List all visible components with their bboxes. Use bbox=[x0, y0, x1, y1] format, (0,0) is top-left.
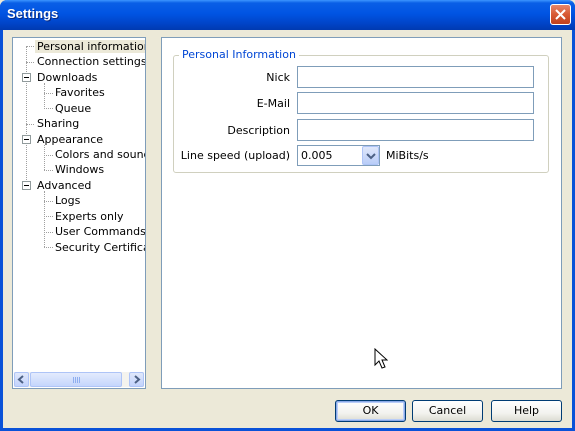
help-button[interactable]: Help bbox=[491, 400, 562, 422]
chevron-down-icon bbox=[366, 153, 376, 160]
email-label: E-Mail bbox=[256, 97, 290, 110]
tree-connector bbox=[44, 93, 53, 94]
tree-item-connection-settings[interactable]: Connection settings bbox=[35, 54, 146, 69]
tree-connector bbox=[44, 83, 45, 107]
thumb-grip bbox=[79, 377, 80, 383]
tree-item-sharing[interactable]: Sharing bbox=[35, 116, 81, 131]
tree-item-user-commands[interactable]: User Commands bbox=[53, 224, 146, 239]
title-bar[interactable]: Settings bbox=[0, 0, 575, 30]
close-button[interactable] bbox=[550, 4, 571, 25]
window-title: Settings bbox=[7, 6, 59, 21]
scroll-thumb[interactable] bbox=[30, 372, 122, 387]
tree-item-windows[interactable]: Windows bbox=[53, 162, 106, 177]
ok-button[interactable]: OK bbox=[335, 400, 406, 422]
collapse-advanced-icon[interactable] bbox=[22, 181, 31, 190]
cancel-button[interactable]: Cancel bbox=[412, 400, 483, 422]
settings-tree[interactable]: Personal information Connection settings… bbox=[12, 37, 146, 389]
tree-connector bbox=[44, 216, 53, 217]
nick-input[interactable] bbox=[297, 66, 534, 88]
scroll-right-button[interactable] bbox=[129, 372, 144, 387]
tree-item-label: Logs bbox=[55, 194, 81, 207]
tree-item-colors-and-sounds[interactable]: Colors and sounds bbox=[53, 147, 145, 162]
thumb-grip bbox=[75, 377, 76, 383]
thumb-grip bbox=[77, 377, 78, 383]
tree-item-label: Queue bbox=[55, 102, 92, 115]
tree-item-label: Windows bbox=[55, 163, 105, 176]
tree-item-experts-only[interactable]: Experts only bbox=[53, 209, 126, 224]
settings-page: Personal Information Nick E-Mail Descrip… bbox=[161, 37, 562, 389]
tree-connector bbox=[26, 62, 34, 63]
tree-connector bbox=[44, 155, 53, 156]
tree-item-label: Downloads bbox=[37, 71, 98, 84]
tree-item-personal-information[interactable]: Personal information bbox=[35, 39, 145, 54]
tree-connector bbox=[26, 46, 27, 188]
tree-item-advanced[interactable]: Advanced bbox=[35, 178, 93, 193]
scroll-left-button[interactable] bbox=[14, 372, 29, 387]
tree-item-label: Connection settings bbox=[37, 55, 146, 68]
group-title: Personal Information bbox=[179, 48, 299, 61]
tree-connector bbox=[26, 46, 34, 47]
line-speed-unit: MiBits/s bbox=[386, 149, 429, 162]
tree-connector bbox=[44, 108, 53, 109]
tree-item-label: Security Certificates bbox=[55, 241, 145, 254]
line-speed-select[interactable]: 0.005 bbox=[297, 145, 380, 166]
tree-item-favorites[interactable]: Favorites bbox=[53, 85, 107, 100]
tree-item-label: Personal information bbox=[35, 40, 145, 53]
tree-connector bbox=[44, 170, 53, 171]
tree-item-downloads[interactable]: Downloads bbox=[35, 70, 99, 85]
mouse-cursor-icon bbox=[374, 348, 388, 369]
tree-item-label: Favorites bbox=[55, 86, 105, 99]
tree-connector bbox=[26, 124, 34, 125]
line-speed-value: 0.005 bbox=[301, 149, 333, 162]
line-speed-dropdown-button[interactable] bbox=[362, 146, 379, 165]
tree-item-security-certificates[interactable]: Security Certificates bbox=[53, 240, 145, 255]
email-input[interactable] bbox=[297, 92, 534, 114]
tree-item-label: User Commands bbox=[55, 225, 146, 238]
tree-item-appearance[interactable]: Appearance bbox=[35, 132, 105, 147]
tree-item-label: Appearance bbox=[37, 133, 104, 146]
tree-item-label: Colors and sounds bbox=[55, 148, 145, 161]
tree-connector bbox=[44, 145, 45, 170]
tree-connector bbox=[44, 232, 53, 233]
close-icon bbox=[555, 9, 566, 20]
tree-item-queue[interactable]: Queue bbox=[53, 101, 93, 116]
tree-horizontal-scrollbar[interactable] bbox=[14, 372, 144, 387]
tree-connector bbox=[44, 247, 53, 248]
tree-connector bbox=[44, 201, 53, 202]
personal-information-group: Personal Information Nick E-Mail Descrip… bbox=[173, 48, 549, 173]
line-speed-label: Line speed (upload) bbox=[180, 149, 290, 162]
tree-item-label: Sharing bbox=[37, 117, 80, 130]
collapse-downloads-icon[interactable] bbox=[22, 73, 31, 82]
tree-item-logs[interactable]: Logs bbox=[53, 193, 82, 208]
description-input[interactable] bbox=[297, 119, 534, 141]
nick-label: Nick bbox=[266, 71, 290, 84]
tree-item-label: Advanced bbox=[37, 179, 92, 192]
arrow-right-icon bbox=[134, 375, 141, 384]
tree-connector bbox=[44, 191, 45, 247]
thumb-grip bbox=[73, 377, 74, 383]
tree-item-label: Experts only bbox=[55, 210, 124, 223]
arrow-left-icon bbox=[17, 375, 24, 384]
collapse-appearance-icon[interactable] bbox=[22, 135, 31, 144]
description-label: Description bbox=[227, 124, 290, 137]
